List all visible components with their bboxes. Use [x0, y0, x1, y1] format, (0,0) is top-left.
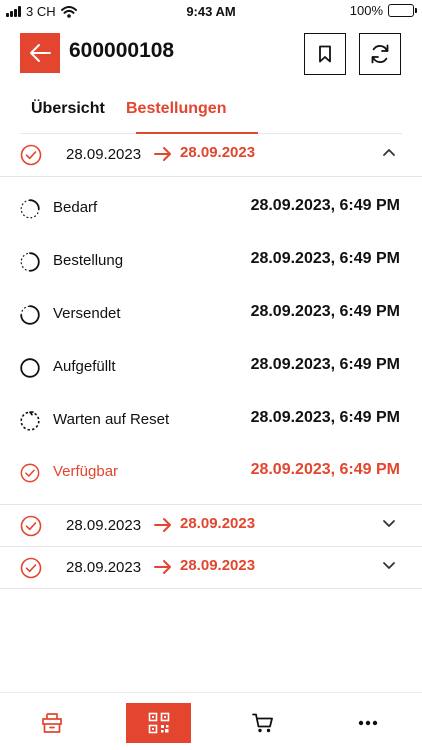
divider: [0, 176, 422, 177]
bookmark-button[interactable]: [304, 33, 346, 75]
bookmark-icon: [319, 45, 331, 63]
order-end-date: 28.09.2023: [180, 557, 256, 574]
chevron-down-icon: [383, 520, 395, 527]
step-timestamp: 28.09.2023, 6:49 PM: [250, 356, 400, 373]
status-bar: 3 CH 9:43 AM 100%: [0, 0, 422, 22]
order-start-date: 28.09.2023: [66, 559, 142, 576]
order-group-header[interactable]: 28.09.2023 28.09.2023: [0, 134, 422, 176]
check-circle-icon: [20, 515, 42, 537]
more-icon: [358, 720, 378, 726]
step-label: Verfügbar: [53, 463, 119, 480]
bottom-nav: [0, 692, 422, 750]
order-end-date: 28.09.2023: [180, 515, 256, 532]
nav-box[interactable]: [30, 703, 74, 743]
dashed-reset-icon: [20, 411, 40, 431]
arrow-left-icon: [30, 44, 51, 62]
order-start-date: 28.09.2023: [66, 517, 142, 534]
timeline-step: Verfügbar 28.09.2023, 6:49 PM: [0, 452, 422, 492]
step-label: Aufgefüllt: [53, 358, 116, 375]
tab-bestellungen[interactable]: Bestellungen: [126, 100, 226, 118]
step-timestamp: 28.09.2023, 6:49 PM: [250, 303, 400, 320]
back-button[interactable]: [20, 33, 60, 73]
battery-icon: [388, 4, 417, 17]
divider: [0, 588, 422, 589]
cart-icon: [252, 713, 273, 733]
timeline-step: Bestellung 28.09.2023, 6:49 PM: [0, 241, 422, 281]
step-timestamp: 28.09.2023, 6:49 PM: [250, 409, 400, 426]
nav-cart[interactable]: [241, 703, 285, 743]
tab-bar: Übersicht Bestellungen: [20, 88, 402, 134]
nav-qr-scan[interactable]: [126, 703, 191, 743]
chevron-down-icon: [383, 562, 395, 569]
progress-three-quarter-icon: [20, 305, 40, 325]
timeline-step: Versendet 28.09.2023, 6:49 PM: [0, 294, 422, 334]
order-start-date: 28.09.2023: [66, 146, 142, 163]
tab-uebersicht[interactable]: Übersicht: [31, 100, 105, 118]
progress-half-icon: [20, 252, 40, 272]
box-icon: [42, 713, 62, 733]
progress-quarter-icon: [20, 199, 40, 219]
check-circle-icon: [20, 144, 42, 166]
page-title: 600000108: [69, 39, 175, 62]
step-timestamp: 28.09.2023, 6:49 PM: [250, 250, 400, 267]
status-right: 100%: [349, 3, 417, 18]
order-group-header[interactable]: 28.09.2023 28.09.2023: [0, 505, 422, 547]
nav-more[interactable]: [346, 703, 390, 743]
step-timestamp: 28.09.2023, 6:49 PM: [250, 197, 400, 214]
circle-full-icon: [20, 358, 40, 378]
step-label: Warten auf Reset: [53, 411, 170, 428]
step-label: Versendet: [53, 305, 121, 322]
check-circle-icon: [20, 557, 42, 579]
timeline-step: Aufgefüllt 28.09.2023, 6:49 PM: [0, 347, 422, 387]
arrow-right-icon: [154, 518, 171, 532]
qr-code-icon: [148, 712, 169, 734]
chevron-up-icon: [383, 149, 395, 156]
order-end-date: 28.09.2023: [180, 144, 256, 161]
refresh-button[interactable]: [359, 33, 401, 75]
check-circle-icon: [20, 463, 40, 483]
timeline-step: Warten auf Reset 28.09.2023, 6:49 PM: [0, 400, 422, 440]
timeline-step: Bedarf 28.09.2023, 6:49 PM: [0, 188, 422, 228]
order-group-header[interactable]: 28.09.2023 28.09.2023: [0, 547, 422, 589]
refresh-icon: [371, 44, 389, 64]
step-label: Bestellung: [53, 252, 124, 269]
arrow-right-icon: [154, 147, 171, 161]
step-label: Bedarf: [53, 199, 98, 216]
battery-percent: 100%: [349, 3, 383, 18]
step-timestamp: 28.09.2023, 6:49 PM: [250, 461, 400, 478]
arrow-right-icon: [154, 560, 171, 574]
